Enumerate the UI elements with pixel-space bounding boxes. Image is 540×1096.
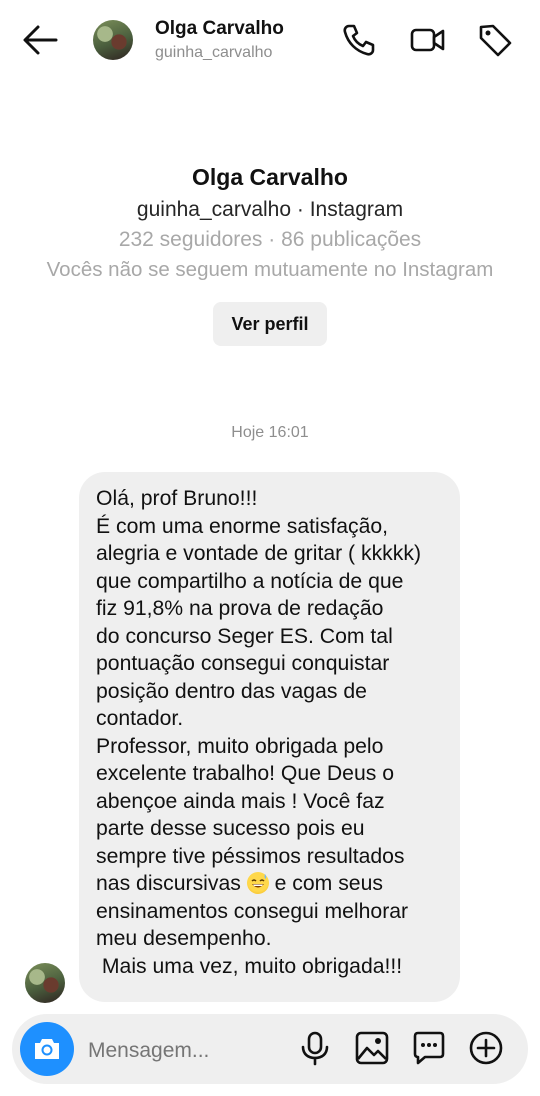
grinning-sweat-emoji-icon	[246, 872, 269, 894]
message-bubble[interactable]: Olá, prof Bruno!!! É com uma enorme sati…	[79, 472, 460, 1002]
message-text: Olá, prof Bruno!!! É com uma enorme sati…	[96, 485, 444, 980]
view-profile-button[interactable]: Ver perfil	[213, 302, 327, 346]
sticker-icon[interactable]	[411, 1030, 447, 1066]
message-timestamp: Hoje 16:01	[231, 424, 309, 441]
plus-icon[interactable]	[468, 1030, 504, 1066]
mutual-follow-note: Vocês não se seguem mutuamente no Instag…	[46, 258, 494, 281]
message-input[interactable]	[86, 1030, 290, 1072]
sender-avatar[interactable]	[25, 963, 65, 1003]
camera-button[interactable]	[20, 1022, 74, 1076]
header-name[interactable]: Olga Carvalho	[155, 18, 284, 40]
header-username[interactable]: guinha_carvalho	[155, 44, 272, 62]
microphone-icon[interactable]	[297, 1030, 333, 1066]
camera-icon	[35, 1039, 59, 1059]
phone-icon[interactable]	[340, 22, 376, 58]
message-text-part-1: Olá, prof Bruno!!! É com uma enorme sati…	[96, 487, 422, 895]
profile-stats: 232 seguidores · 86 publicações	[118, 228, 422, 251]
header-avatar[interactable]	[93, 20, 133, 60]
video-icon[interactable]	[410, 22, 446, 58]
back-arrow-icon[interactable]	[20, 22, 60, 58]
chat-header: Olga Carvalho guinha_carvalho	[0, 0, 540, 80]
tag-icon[interactable]	[477, 22, 513, 58]
profile-name: Olga Carvalho	[192, 164, 348, 190]
profile-username-line: guinha_carvalho · Instagram	[136, 198, 404, 221]
gallery-icon[interactable]	[354, 1030, 390, 1066]
